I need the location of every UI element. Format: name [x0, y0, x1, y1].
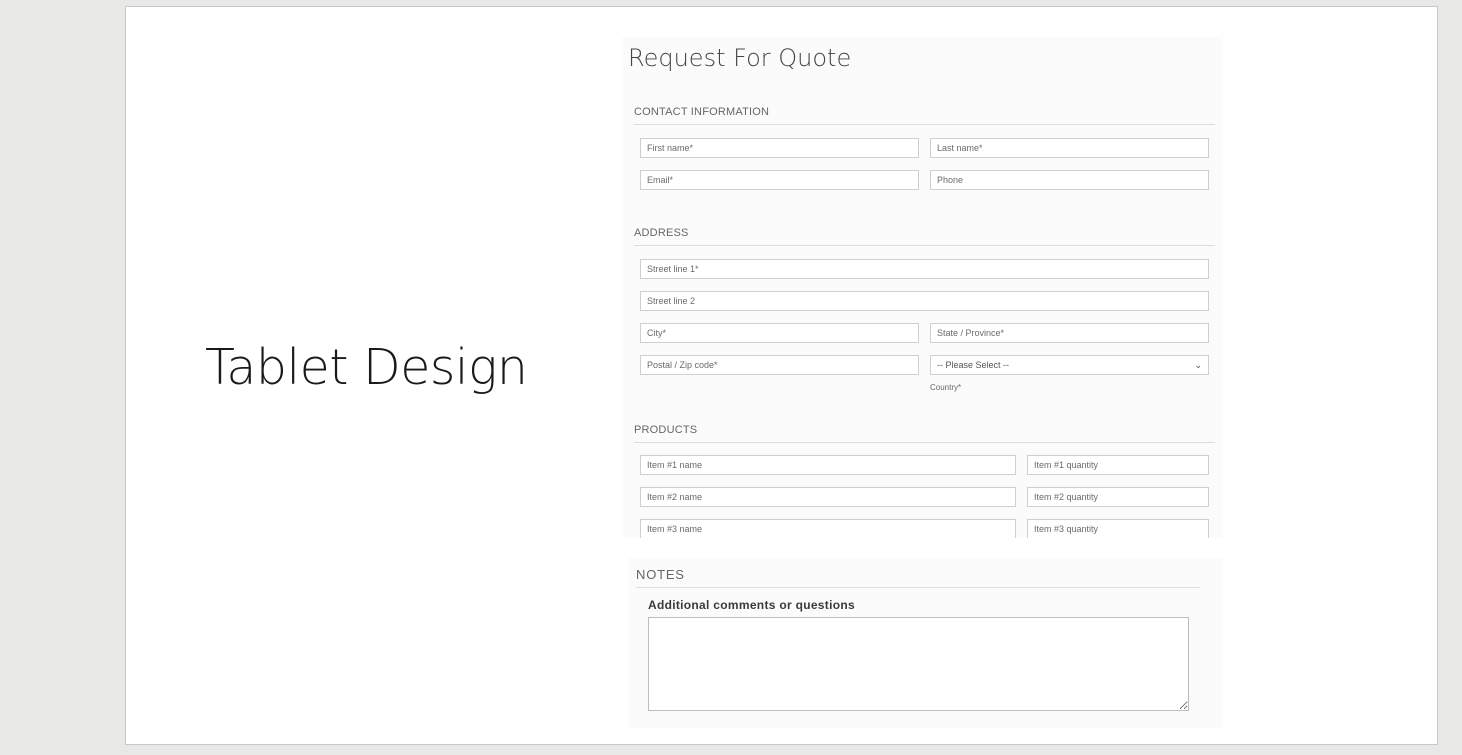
address-section-divider — [634, 245, 1215, 246]
city-field[interactable] — [640, 323, 919, 343]
contact-section-divider — [634, 124, 1215, 125]
item-1-name-field[interactable] — [640, 455, 1016, 475]
country-select[interactable]: -- Please Select -- ⌄ — [930, 355, 1209, 375]
postal-zip-field[interactable] — [640, 355, 919, 375]
item-3-name-field[interactable] — [640, 519, 1016, 538]
country-select-value: -- Please Select -- — [937, 360, 1010, 370]
products-section-divider — [634, 442, 1215, 443]
street-line-2-field[interactable] — [640, 291, 1209, 311]
notes-section-heading: NOTES — [636, 567, 685, 582]
notes-screenshot: NOTES Additional comments or questions — [628, 558, 1223, 728]
quote-form-screenshot: Request For Quote CONTACT INFORMATION AD… — [622, 37, 1222, 538]
contact-section-heading: CONTACT INFORMATION — [634, 106, 770, 118]
item-1-quantity-field[interactable] — [1027, 455, 1209, 475]
street-line-1-field[interactable] — [640, 259, 1209, 279]
first-name-field[interactable] — [640, 138, 919, 158]
address-section-heading: ADDRESS — [634, 227, 689, 239]
phone-field[interactable] — [930, 170, 1209, 190]
item-2-quantity-field[interactable] — [1027, 487, 1209, 507]
slide-title: Tablet Design — [205, 339, 528, 396]
country-field-label: Country* — [930, 383, 962, 392]
item-3-quantity-field[interactable] — [1027, 519, 1209, 538]
state-province-field[interactable] — [930, 323, 1209, 343]
comments-textarea[interactable] — [648, 617, 1189, 711]
chevron-down-icon: ⌄ — [1194, 359, 1202, 370]
notes-section-divider — [636, 587, 1200, 588]
comments-label: Additional comments or questions — [648, 598, 855, 612]
last-name-field[interactable] — [930, 138, 1209, 158]
item-2-name-field[interactable] — [640, 487, 1016, 507]
presentation-slide: Tablet Design Request For Quote CONTACT … — [125, 6, 1438, 745]
form-title: Request For Quote — [628, 44, 852, 72]
products-section-heading: PRODUCTS — [634, 424, 698, 436]
email-field[interactable] — [640, 170, 919, 190]
